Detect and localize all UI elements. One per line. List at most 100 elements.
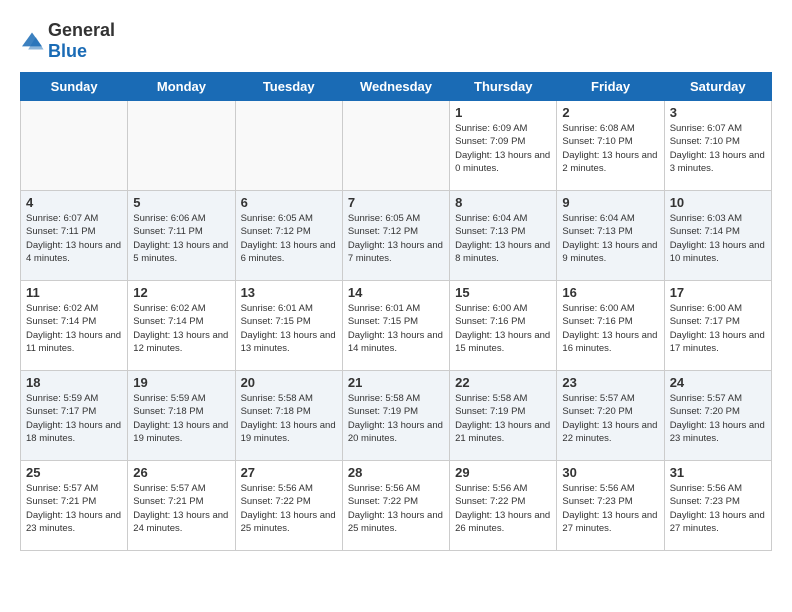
- day-info: Sunrise: 6:00 AM Sunset: 7:16 PM Dayligh…: [455, 302, 551, 355]
- day-number: 29: [455, 465, 551, 480]
- day-info: Sunrise: 6:09 AM Sunset: 7:09 PM Dayligh…: [455, 122, 551, 175]
- week-row-5: 25 Sunrise: 5:57 AM Sunset: 7:21 PM Dayli…: [21, 461, 772, 551]
- header-row: SundayMondayTuesdayWednesdayThursdayFrid…: [21, 73, 772, 101]
- day-info: Sunrise: 5:58 AM Sunset: 7:18 PM Dayligh…: [241, 392, 337, 445]
- calendar-cell: 3 Sunrise: 6:07 AM Sunset: 7:10 PM Daylig…: [664, 101, 771, 191]
- day-info: Sunrise: 5:58 AM Sunset: 7:19 PM Dayligh…: [455, 392, 551, 445]
- day-info: Sunrise: 5:56 AM Sunset: 7:22 PM Dayligh…: [455, 482, 551, 535]
- day-info: Sunrise: 6:05 AM Sunset: 7:12 PM Dayligh…: [348, 212, 444, 265]
- calendar-cell: 19 Sunrise: 5:59 AM Sunset: 7:18 PM Dayli…: [128, 371, 235, 461]
- day-number: 12: [133, 285, 229, 300]
- week-row-1: 1 Sunrise: 6:09 AM Sunset: 7:09 PM Daylig…: [21, 101, 772, 191]
- day-info: Sunrise: 6:08 AM Sunset: 7:10 PM Dayligh…: [562, 122, 658, 175]
- day-info: Sunrise: 6:03 AM Sunset: 7:14 PM Dayligh…: [670, 212, 766, 265]
- calendar-cell: 25 Sunrise: 5:57 AM Sunset: 7:21 PM Dayli…: [21, 461, 128, 551]
- calendar-cell: 20Sunrise: 5:58 AM Sunset: 7:18 PM Dayli…: [235, 371, 342, 461]
- day-number: 25: [26, 465, 122, 480]
- day-info: Sunrise: 6:00 AM Sunset: 7:16 PM Dayligh…: [562, 302, 658, 355]
- day-number: 8: [455, 195, 551, 210]
- calendar-cell: 16 Sunrise: 6:00 AM Sunset: 7:16 PM Dayli…: [557, 281, 664, 371]
- day-info: Sunrise: 5:56 AM Sunset: 7:23 PM Dayligh…: [670, 482, 766, 535]
- calendar-cell: 15Sunrise: 6:00 AM Sunset: 7:16 PM Dayli…: [450, 281, 557, 371]
- day-number: 27: [241, 465, 337, 480]
- day-number: 26: [133, 465, 229, 480]
- day-number: 4: [26, 195, 122, 210]
- day-info: Sunrise: 6:02 AM Sunset: 7:14 PM Dayligh…: [133, 302, 229, 355]
- day-number: 19: [133, 375, 229, 390]
- day-info: Sunrise: 5:57 AM Sunset: 7:20 PM Dayligh…: [670, 392, 766, 445]
- day-number: 6: [241, 195, 337, 210]
- week-row-2: 4 Sunrise: 6:07 AM Sunset: 7:11 PM Daylig…: [21, 191, 772, 281]
- day-number: 2: [562, 105, 658, 120]
- calendar-cell: 23 Sunrise: 5:57 AM Sunset: 7:20 PM Dayli…: [557, 371, 664, 461]
- col-header-monday: Monday: [128, 73, 235, 101]
- calendar-cell: 18Sunrise: 5:59 AM Sunset: 7:17 PM Dayli…: [21, 371, 128, 461]
- day-info: Sunrise: 6:04 AM Sunset: 7:13 PM Dayligh…: [455, 212, 551, 265]
- calendar-table: SundayMondayTuesdayWednesdayThursdayFrid…: [20, 72, 772, 551]
- day-number: 14: [348, 285, 444, 300]
- col-header-tuesday: Tuesday: [235, 73, 342, 101]
- calendar-cell: [21, 101, 128, 191]
- calendar-cell: 7 Sunrise: 6:05 AM Sunset: 7:12 PM Daylig…: [342, 191, 449, 281]
- day-info: Sunrise: 6:02 AM Sunset: 7:14 PM Dayligh…: [26, 302, 122, 355]
- logo-blue: Blue: [48, 41, 87, 61]
- col-header-saturday: Saturday: [664, 73, 771, 101]
- calendar-header: SundayMondayTuesdayWednesdayThursdayFrid…: [21, 73, 772, 101]
- logo: General Blue: [20, 20, 115, 62]
- day-number: 22: [455, 375, 551, 390]
- calendar-cell: 9 Sunrise: 6:04 AM Sunset: 7:13 PM Daylig…: [557, 191, 664, 281]
- day-number: 3: [670, 105, 766, 120]
- calendar-cell: 1 Sunrise: 6:09 AM Sunset: 7:09 PM Daylig…: [450, 101, 557, 191]
- day-info: Sunrise: 5:56 AM Sunset: 7:22 PM Dayligh…: [241, 482, 337, 535]
- calendar-cell: 5Sunrise: 6:06 AM Sunset: 7:11 PM Daylig…: [128, 191, 235, 281]
- calendar-cell: [342, 101, 449, 191]
- day-number: 5: [133, 195, 229, 210]
- calendar-cell: [128, 101, 235, 191]
- calendar-cell: 26 Sunrise: 5:57 AM Sunset: 7:21 PM Dayli…: [128, 461, 235, 551]
- day-number: 9: [562, 195, 658, 210]
- calendar-cell: 6 Sunrise: 6:05 AM Sunset: 7:12 PM Daylig…: [235, 191, 342, 281]
- day-info: Sunrise: 6:05 AM Sunset: 7:12 PM Dayligh…: [241, 212, 337, 265]
- calendar-cell: 11Sunrise: 6:02 AM Sunset: 7:14 PM Dayli…: [21, 281, 128, 371]
- calendar-cell: 4 Sunrise: 6:07 AM Sunset: 7:11 PM Daylig…: [21, 191, 128, 281]
- calendar-cell: 30Sunrise: 5:56 AM Sunset: 7:23 PM Dayli…: [557, 461, 664, 551]
- day-info: Sunrise: 5:59 AM Sunset: 7:18 PM Dayligh…: [133, 392, 229, 445]
- calendar-cell: [235, 101, 342, 191]
- col-header-wednesday: Wednesday: [342, 73, 449, 101]
- day-number: 21: [348, 375, 444, 390]
- logo-general: General: [48, 20, 115, 40]
- calendar-cell: 27 Sunrise: 5:56 AM Sunset: 7:22 PM Dayli…: [235, 461, 342, 551]
- logo-text: General Blue: [48, 20, 115, 62]
- day-info: Sunrise: 5:59 AM Sunset: 7:17 PM Dayligh…: [26, 392, 122, 445]
- day-number: 30: [562, 465, 658, 480]
- col-header-friday: Friday: [557, 73, 664, 101]
- day-info: Sunrise: 6:07 AM Sunset: 7:10 PM Dayligh…: [670, 122, 766, 175]
- col-header-sunday: Sunday: [21, 73, 128, 101]
- calendar-cell: 10 Sunrise: 6:03 AM Sunset: 7:14 PM Dayli…: [664, 191, 771, 281]
- day-info: Sunrise: 5:57 AM Sunset: 7:20 PM Dayligh…: [562, 392, 658, 445]
- day-number: 10: [670, 195, 766, 210]
- day-number: 13: [241, 285, 337, 300]
- calendar-cell: 8 Sunrise: 6:04 AM Sunset: 7:13 PM Daylig…: [450, 191, 557, 281]
- day-info: Sunrise: 5:57 AM Sunset: 7:21 PM Dayligh…: [133, 482, 229, 535]
- calendar-cell: 13 Sunrise: 6:01 AM Sunset: 7:15 PM Dayli…: [235, 281, 342, 371]
- day-number: 23: [562, 375, 658, 390]
- day-number: 16: [562, 285, 658, 300]
- day-number: 7: [348, 195, 444, 210]
- week-row-3: 11Sunrise: 6:02 AM Sunset: 7:14 PM Dayli…: [21, 281, 772, 371]
- logo-icon: [20, 31, 44, 51]
- header: General Blue: [20, 20, 772, 62]
- calendar-cell: 17Sunrise: 6:00 AM Sunset: 7:17 PM Dayli…: [664, 281, 771, 371]
- day-info: Sunrise: 6:01 AM Sunset: 7:15 PM Dayligh…: [241, 302, 337, 355]
- day-number: 24: [670, 375, 766, 390]
- calendar-cell: 21Sunrise: 5:58 AM Sunset: 7:19 PM Dayli…: [342, 371, 449, 461]
- day-info: Sunrise: 6:01 AM Sunset: 7:15 PM Dayligh…: [348, 302, 444, 355]
- week-row-4: 18Sunrise: 5:59 AM Sunset: 7:17 PM Dayli…: [21, 371, 772, 461]
- day-number: 1: [455, 105, 551, 120]
- col-header-thursday: Thursday: [450, 73, 557, 101]
- day-info: Sunrise: 6:04 AM Sunset: 7:13 PM Dayligh…: [562, 212, 658, 265]
- day-info: Sunrise: 5:57 AM Sunset: 7:21 PM Dayligh…: [26, 482, 122, 535]
- calendar-body: 1 Sunrise: 6:09 AM Sunset: 7:09 PM Daylig…: [21, 101, 772, 551]
- day-info: Sunrise: 6:07 AM Sunset: 7:11 PM Dayligh…: [26, 212, 122, 265]
- calendar-cell: 28Sunrise: 5:56 AM Sunset: 7:22 PM Dayli…: [342, 461, 449, 551]
